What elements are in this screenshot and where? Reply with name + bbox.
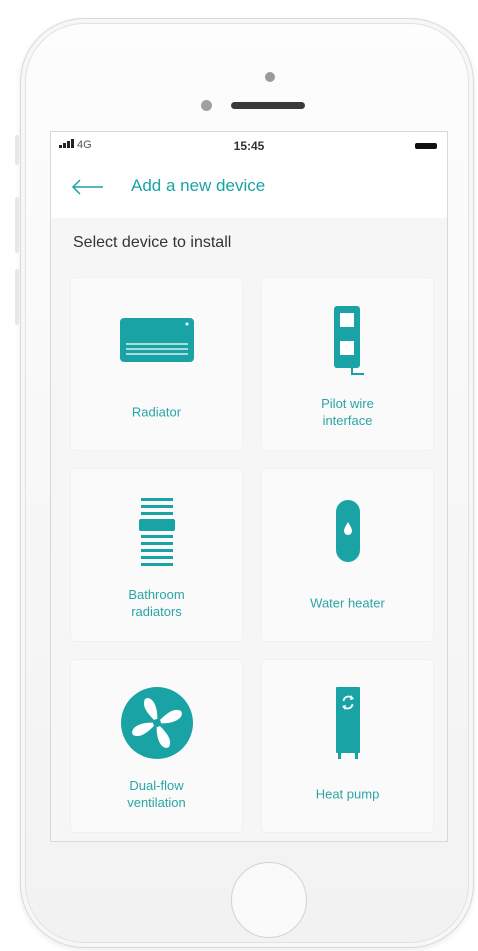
device-tile-heat-pump[interactable]: Heat pump [262,660,433,832]
pilot-wire-icon [333,306,364,375]
status-time: 15:45 [233,139,265,153]
app-screen: 4G 15:45 Add a new device Select device … [50,131,448,842]
towel-radiator-icon [138,498,175,566]
device-tile-bathroom-radiators[interactable]: Bathroom radiators [71,469,242,641]
section-heading: Select device to install [73,234,232,251]
arrow-left-icon [71,179,103,195]
device-label: Dual-flow ventilation [127,778,186,810]
heat-pump-icon [335,687,360,759]
device-label: Bathroom radiators [128,587,185,619]
volume-up-button [15,197,19,253]
front-camera [265,72,275,82]
fan-icon [120,687,193,759]
app-header: Add a new device [51,160,447,218]
home-button[interactable] [231,862,307,938]
device-label: Pilot wire interface [321,396,374,428]
device-label: Heat pump [315,786,380,802]
volume-down-button [15,269,19,325]
device-label: Radiator [131,404,182,420]
status-bar: 4G 15:45 [51,132,447,160]
device-tile-water-heater[interactable]: Water heater [262,469,433,641]
device-tile-ventilation[interactable]: Dual-flow ventilation [71,660,242,832]
water-heater-icon [335,500,360,562]
page-title: Add a new device [131,176,266,195]
device-label: Water heater [310,595,385,611]
mute-switch [15,135,19,165]
device-tile-pilot-wire[interactable]: Pilot wire interface [262,278,433,450]
radiator-icon [119,318,194,362]
earpiece-speaker [231,102,305,109]
battery-icon [415,143,437,149]
device-tile-radiator[interactable]: Radiator [71,278,242,450]
proximity-sensor [201,100,212,111]
back-button[interactable] [69,175,105,199]
